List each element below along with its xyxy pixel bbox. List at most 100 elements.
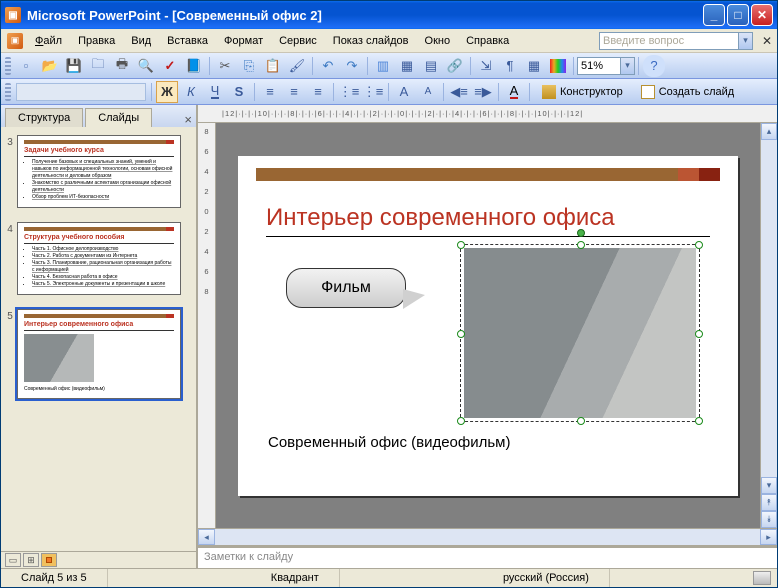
doc-close-button[interactable]: ✕ <box>759 34 775 48</box>
increase-indent-button[interactable]: ≡▶ <box>472 81 494 103</box>
font-color-button[interactable]: A <box>503 81 525 103</box>
redo-button[interactable]: ↷ <box>341 55 363 77</box>
paste-button[interactable]: 📋 <box>262 55 284 77</box>
slide-title[interactable]: Интерьер современного офиса <box>266 204 710 237</box>
help-button[interactable]: ? <box>643 55 665 77</box>
slideshow-view-button[interactable] <box>41 553 57 567</box>
format-painter-button[interactable]: 🖌 <box>286 55 308 77</box>
next-slide-button[interactable]: ⯯ <box>761 511 777 528</box>
spellcheck-status-icon[interactable] <box>753 571 771 585</box>
notes-pane[interactable]: Заметки к слайду <box>198 545 777 568</box>
slide[interactable]: Интерьер современного офиса Фильм <box>238 156 738 496</box>
permissions-button[interactable]: 🗀 <box>87 55 109 77</box>
color-grayscale-button[interactable] <box>547 55 569 77</box>
scroll-down-button[interactable]: ▾ <box>761 477 777 494</box>
resize-handle[interactable] <box>577 417 585 425</box>
resize-handle[interactable] <box>695 417 703 425</box>
ask-question-box[interactable]: Введите вопрос <box>599 32 739 50</box>
zoom-dropdown[interactable]: ▾ <box>621 57 635 75</box>
insert-hyperlink-button[interactable]: 🔗 <box>444 55 466 77</box>
resize-handle[interactable] <box>457 417 465 425</box>
resize-handle[interactable] <box>695 330 703 338</box>
minimize-button[interactable]: _ <box>703 4 725 26</box>
tab-slides[interactable]: Слайды <box>85 108 152 127</box>
menu-help[interactable]: Справка <box>458 32 517 50</box>
shadow-button[interactable]: S <box>228 81 250 103</box>
menu-slideshow[interactable]: Показ слайдов <box>325 32 417 50</box>
save-button[interactable]: 💾 <box>63 55 85 77</box>
close-button[interactable]: ✕ <box>751 4 773 26</box>
increase-font-button[interactable]: A <box>393 81 415 103</box>
align-left-button[interactable]: ≡ <box>259 81 281 103</box>
tables-borders-button[interactable]: ▤ <box>420 55 442 77</box>
underline-button[interactable]: Ч <box>204 81 226 103</box>
bold-button[interactable]: Ж <box>156 81 178 103</box>
menu-window[interactable]: Окно <box>417 32 459 50</box>
vertical-ruler[interactable]: 864 202 468 <box>198 123 216 528</box>
callout-shape[interactable]: Фильм <box>286 268 406 308</box>
cut-button[interactable]: ✂ <box>214 55 236 77</box>
status-language[interactable]: русский (Россия) <box>483 569 610 587</box>
new-button[interactable]: ▫ <box>15 55 37 77</box>
menu-file[interactable]: Файл <box>27 32 70 50</box>
scroll-right-button[interactable]: ▸ <box>760 529 777 545</box>
copy-button[interactable]: ⎘ <box>238 55 260 77</box>
slide-decoration-bar <box>256 168 720 181</box>
ask-question-dropdown[interactable]: ▾ <box>739 32 753 50</box>
thumb-number: 3 <box>3 135 17 208</box>
print-button[interactable]: 🖶 <box>111 55 133 77</box>
slide-thumbnail-5[interactable]: Интерьер современного офиса Современный … <box>17 309 181 399</box>
horizontal-ruler[interactable]: |12|·|·|·|10|·|·|·|8|·|·|·|6|·|·|·|4|·|·… <box>198 105 777 123</box>
scroll-up-button[interactable]: ▴ <box>761 123 777 140</box>
scroll-left-button[interactable]: ◂ <box>198 529 215 545</box>
vertical-scrollbar[interactable]: ▴ ▾ ⯭ ⯯ <box>760 123 777 528</box>
prev-slide-button[interactable]: ⯭ <box>761 494 777 511</box>
status-template: Квадрант <box>251 569 340 587</box>
research-button[interactable]: 📘 <box>183 55 205 77</box>
toolbar-grip[interactable] <box>5 57 11 75</box>
zoom-input[interactable] <box>577 57 621 75</box>
bullets-button[interactable]: ⋮≡ <box>362 81 384 103</box>
menu-view[interactable]: Вид <box>123 32 159 50</box>
slides-panel: Структура Слайды × 3 Задачи учебного кур… <box>1 105 198 568</box>
thumb-number: 5 <box>3 309 17 399</box>
slide-caption[interactable]: Современный офис (видеофильм) <box>268 434 510 451</box>
tab-structure[interactable]: Структура <box>5 108 83 127</box>
app-small-icon: ▣ <box>7 33 23 49</box>
decrease-indent-button[interactable]: ◀≡ <box>448 81 470 103</box>
menu-insert[interactable]: Вставка <box>159 32 216 50</box>
open-button[interactable]: 📂 <box>39 55 61 77</box>
maximize-button[interactable]: □ <box>727 4 749 26</box>
numbering-button[interactable]: ⋮≡ <box>338 81 360 103</box>
expand-all-button[interactable]: ⇲ <box>475 55 497 77</box>
new-slide-button[interactable]: Создать слайд <box>634 82 741 102</box>
menu-edit[interactable]: Правка <box>70 32 123 50</box>
resize-handle[interactable] <box>695 241 703 249</box>
slide-editor[interactable]: Интерьер современного офиса Фильм <box>216 123 760 528</box>
align-center-button[interactable]: ≡ <box>283 81 305 103</box>
toolbar-grip[interactable] <box>5 83 11 101</box>
panel-close-button[interactable]: × <box>184 112 192 127</box>
video-object[interactable] <box>464 248 696 418</box>
show-grid-button[interactable]: ▦ <box>523 55 545 77</box>
horizontal-scrollbar[interactable] <box>215 529 760 545</box>
decrease-font-button[interactable]: A <box>417 81 439 103</box>
sorter-view-button[interactable]: ⊞ <box>23 553 39 567</box>
align-right-button[interactable]: ≡ <box>307 81 329 103</box>
normal-view-button[interactable]: ▭ <box>5 553 21 567</box>
undo-button[interactable]: ↶ <box>317 55 339 77</box>
app-icon: ▣ <box>5 7 21 23</box>
show-formatting-button[interactable]: ¶ <box>499 55 521 77</box>
menu-format[interactable]: Формат <box>216 32 271 50</box>
slide-thumbnail-4[interactable]: Структура учебного пособия Часть 1. Офис… <box>17 222 181 295</box>
font-name-box[interactable] <box>16 83 146 101</box>
print-preview-button[interactable]: 🔍 <box>135 55 157 77</box>
italic-button[interactable]: К <box>180 81 202 103</box>
menu-bar: ▣ Файл Правка Вид Вставка Формат Сервис … <box>1 29 777 53</box>
menu-tools[interactable]: Сервис <box>271 32 325 50</box>
slide-thumbnail-3[interactable]: Задачи учебного курса Получение базовых … <box>17 135 181 208</box>
insert-chart-button[interactable]: ▥ <box>372 55 394 77</box>
designer-button[interactable]: Конструктор <box>535 82 630 102</box>
spellcheck-button[interactable]: ✓ <box>159 55 181 77</box>
insert-table-button[interactable]: ▦ <box>396 55 418 77</box>
